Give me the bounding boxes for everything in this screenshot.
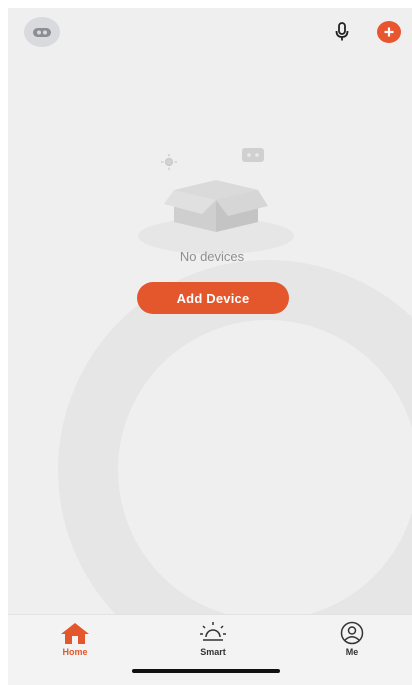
user-icon [340,621,364,645]
empty-box-illustration [136,144,296,254]
home-icon [61,623,89,644]
add-plus-icon[interactable] [377,21,401,43]
home-indicator-bar[interactable] [132,669,280,673]
robot-avatar-icon[interactable] [24,17,60,47]
tab-home[interactable]: Home [35,621,115,665]
empty-state-message: No devices [179,249,245,264]
tab-me[interactable]: Me [312,621,392,665]
top-bar [8,8,412,54]
home-screen: No devices Add Device Home Smart Me [8,8,412,685]
add-device-button[interactable]: Add Device [137,282,289,314]
tab-home-label: Home [62,647,88,657]
microphone-icon[interactable] [330,20,354,44]
bottom-tab-bar: Home Smart Me [8,614,412,685]
sun-icon [200,622,226,641]
tab-smart[interactable]: Smart [173,621,253,665]
tab-me-label: Me [345,647,359,657]
tab-smart-label: Smart [200,647,226,657]
